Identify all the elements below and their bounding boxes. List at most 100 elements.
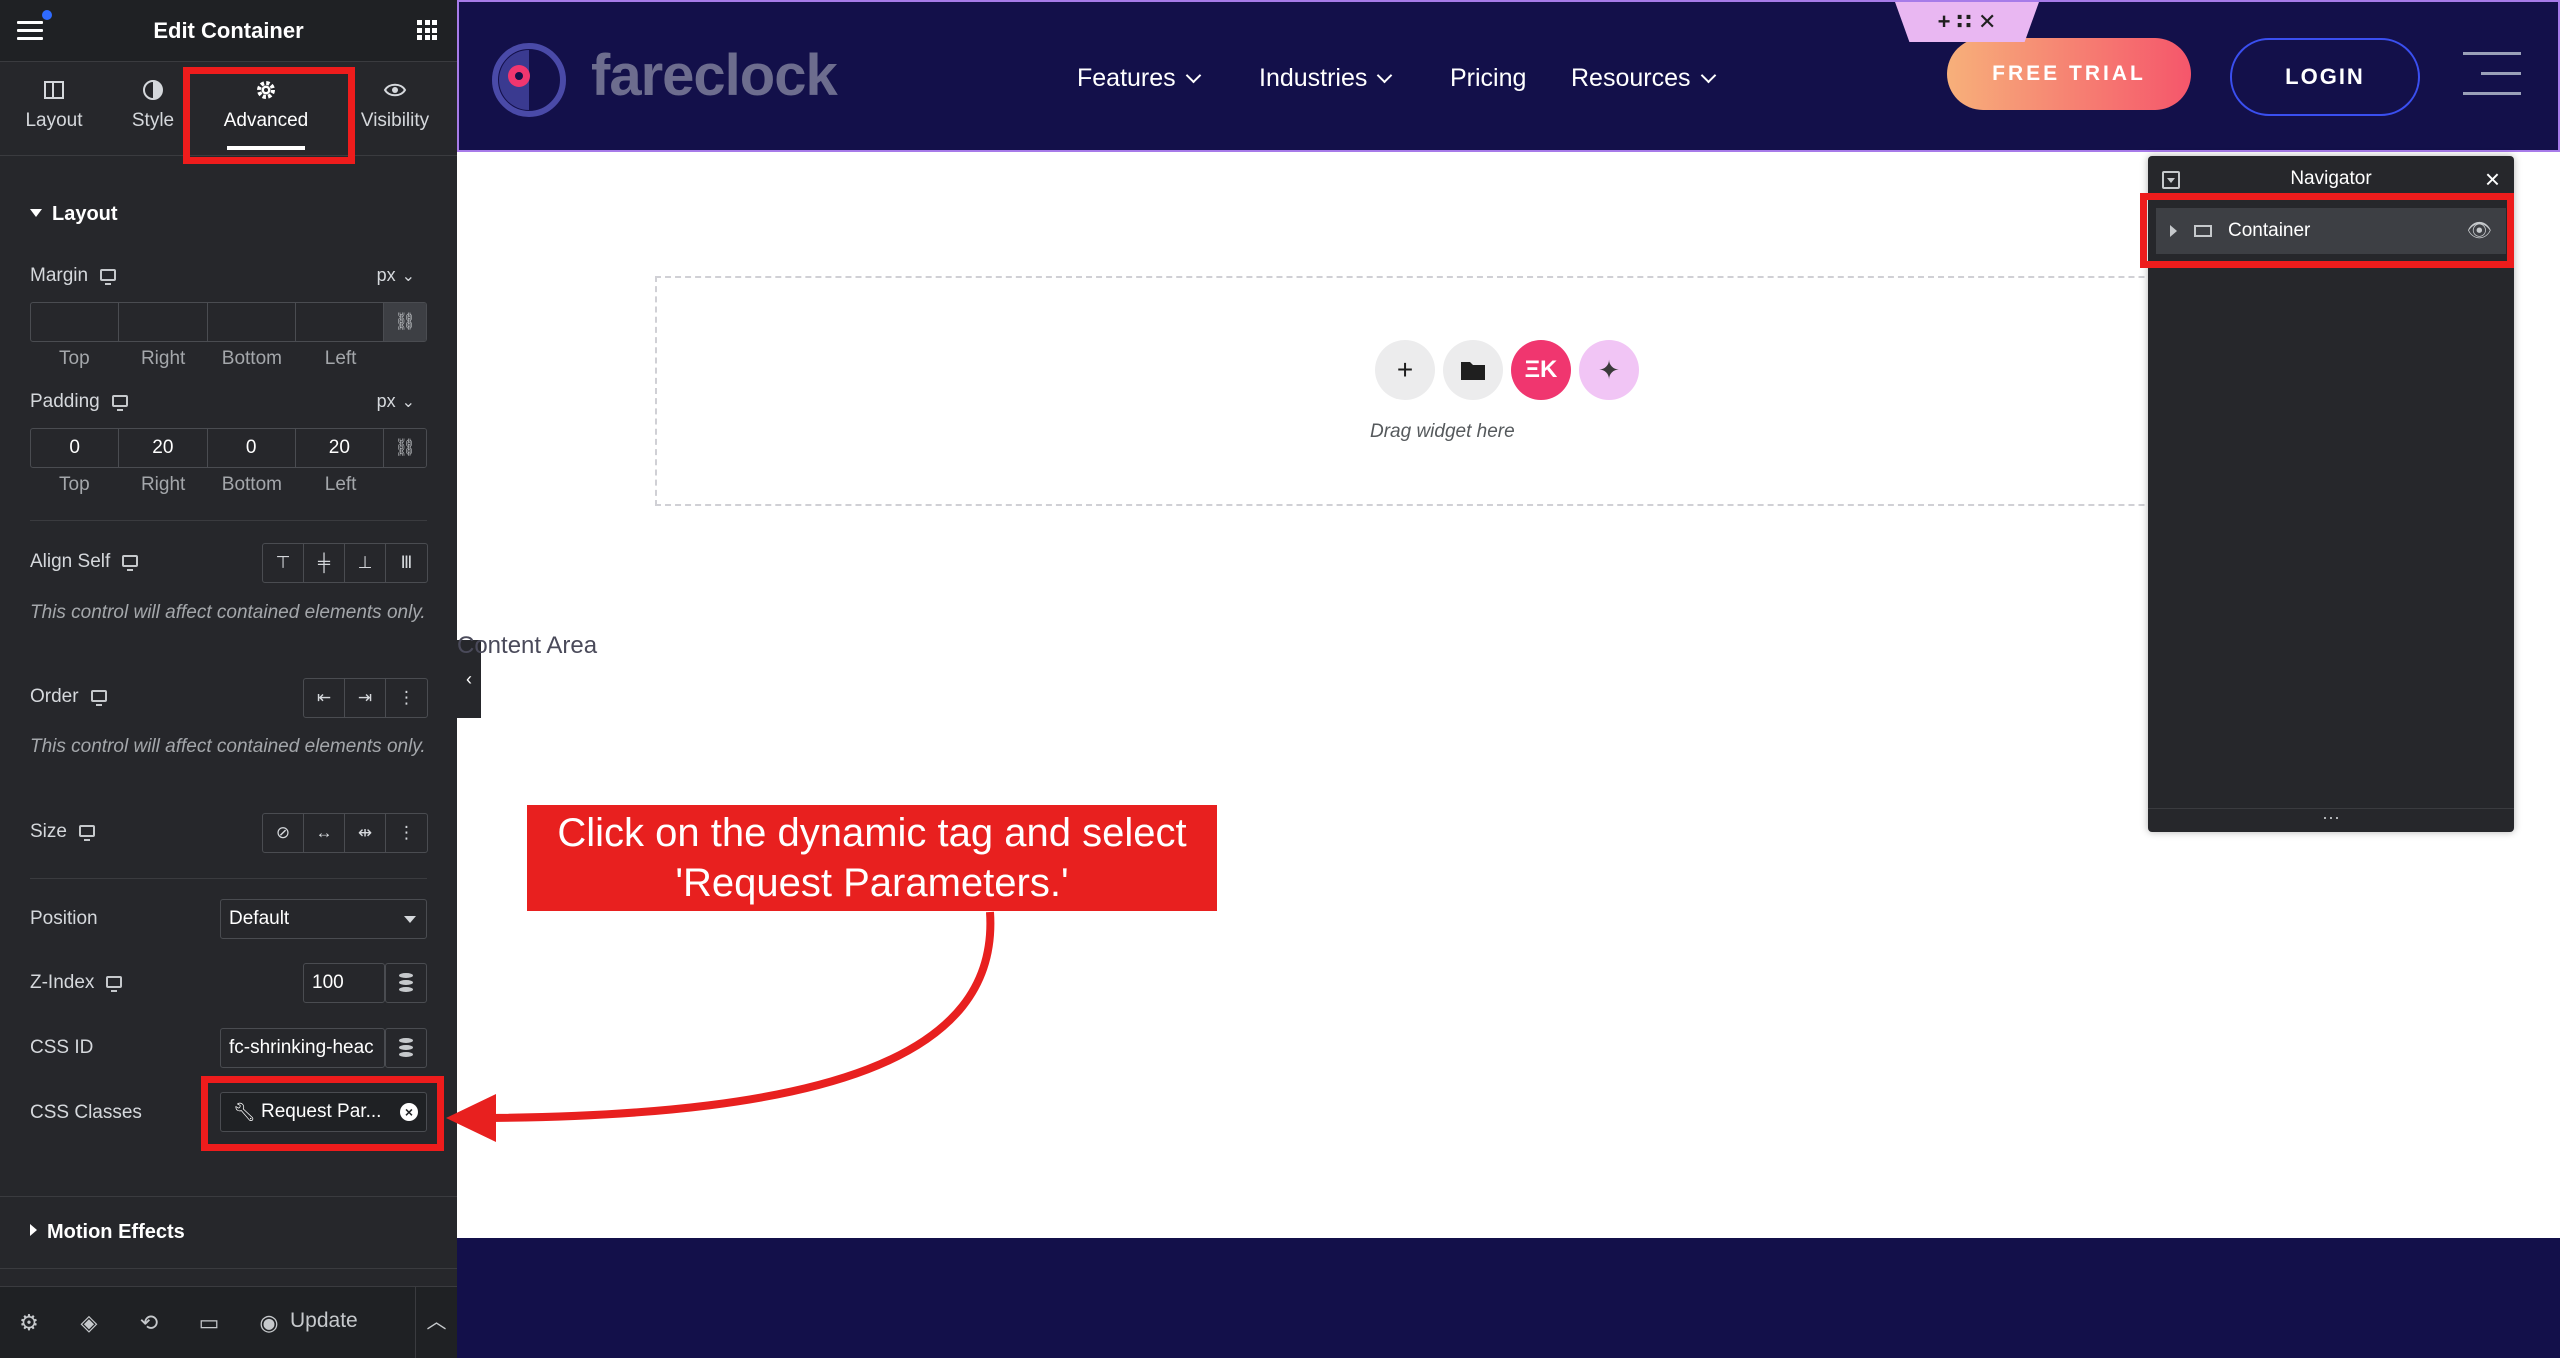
layout-section-heading[interactable]: Layout [30, 203, 118, 226]
padding-label: Padding [30, 391, 128, 413]
history-icon[interactable]: ⟲ [137, 1311, 161, 1335]
css-id-label: CSS ID [30, 1037, 94, 1058]
content-area-text: Content Area [457, 632, 598, 659]
order-label: Order [30, 686, 107, 708]
zindex-label-text: Z-Index [30, 972, 95, 993]
desktop-icon[interactable] [90, 690, 107, 706]
dynamic-tags-button[interactable] [385, 963, 427, 1003]
padding-label-text: Padding [30, 391, 100, 412]
nav-industries[interactable]: Industries [1259, 64, 1393, 93]
align-self-label-text: Align Self [30, 551, 111, 572]
order-end-icon[interactable]: ⇥ [345, 679, 386, 717]
size-label-text: Size [30, 821, 67, 842]
chevron-up-icon[interactable]: ︿ [415, 1287, 457, 1358]
widgets-grid-icon[interactable] [417, 20, 437, 40]
nav-features-label: Features [1077, 64, 1176, 92]
position-select[interactable]: Default [220, 899, 427, 939]
size-shrink-icon[interactable]: ⇹ [345, 814, 386, 852]
position-label: Position [30, 908, 98, 929]
desktop-icon[interactable] [106, 976, 123, 992]
more-options-icon[interactable]: ⋮ [386, 679, 427, 717]
footer-section[interactable] [457, 1238, 2560, 1358]
order-note: This control will affect contained eleme… [30, 736, 426, 757]
size-grow-icon[interactable]: ↔ [304, 814, 345, 852]
template-folder-icon[interactable] [1443, 340, 1503, 400]
tab-layout[interactable]: Layout [4, 62, 104, 156]
elementskit-icon[interactable]: ΞK [1511, 340, 1571, 400]
order-start-icon[interactable]: ⇤ [304, 679, 345, 717]
database-icon [399, 973, 413, 993]
align-self-buttons: ⊤ ╪ ⊥ Ⅲ [262, 543, 428, 583]
margin-bottom-input[interactable] [208, 303, 296, 341]
padding-right-input[interactable]: 20 [119, 429, 208, 467]
side-label-right: Right [140, 474, 186, 495]
padding-top-input[interactable]: 0 [31, 429, 120, 467]
align-self-note: This control will affect contained eleme… [30, 602, 426, 623]
panel-topbar: Edit Container [0, 0, 457, 62]
preview-eye-icon[interactable]: ◉ [257, 1311, 281, 1335]
nav-resources-label: Resources [1571, 64, 1691, 92]
size-none-icon[interactable]: ⊘ [263, 814, 304, 852]
margin-unit-select[interactable]: px [377, 265, 415, 286]
margin-left-input[interactable] [296, 303, 384, 341]
motion-effects-heading[interactable]: Motion Effects [30, 1221, 185, 1244]
layers-icon[interactable]: ◈ [77, 1311, 101, 1335]
desktop-icon[interactable] [100, 269, 117, 285]
free-trial-button[interactable]: FREE TRIAL [1947, 38, 2191, 110]
dynamic-tags-button[interactable] [385, 1028, 427, 1068]
divider [0, 1196, 457, 1197]
align-start-icon[interactable]: ⊤ [263, 544, 304, 582]
side-label-right: Right [140, 348, 186, 369]
padding-unit-select[interactable]: px [377, 391, 415, 412]
desktop-icon[interactable] [111, 395, 128, 411]
align-center-icon[interactable]: ╪ [304, 544, 345, 582]
margin-top-input[interactable] [31, 303, 120, 341]
divider [30, 878, 427, 879]
site-menu-icon[interactable] [2463, 52, 2521, 98]
site-header[interactable]: fareclock Features Industries Pricing Re… [457, 0, 2560, 152]
side-label-bottom: Bottom [221, 474, 282, 495]
align-self-label: Align Self [30, 551, 139, 573]
editor-panel: Edit Container Layout Style Advanced Vis… [0, 0, 457, 1358]
align-end-icon[interactable]: ⊥ [345, 544, 386, 582]
nav-features[interactable]: Features [1077, 64, 1201, 93]
more-options-icon[interactable]: ⋮ [386, 814, 427, 852]
margin-inputs: ⛓ [30, 302, 427, 342]
size-label: Size [30, 821, 95, 843]
responsive-icon[interactable]: ▭ [197, 1311, 221, 1335]
css-id-input[interactable]: fc-shrinking-heac [220, 1028, 385, 1068]
margin-label-text: Margin [30, 265, 89, 286]
database-icon [399, 1038, 413, 1058]
padding-left-input[interactable]: 20 [296, 429, 384, 467]
logo-text: fareclock [591, 43, 838, 108]
padding-side-labels: Top Right Bottom Left [30, 474, 385, 496]
margin-label: Margin [30, 265, 117, 287]
panel-footer: ⚙ ◈ ⟲ ▭ ◉ Update ︿ [0, 1286, 457, 1358]
link-values-icon[interactable]: ⛓ [384, 303, 426, 341]
order-label-text: Order [30, 686, 79, 707]
nav-resources[interactable]: Resources [1571, 64, 1716, 93]
close-icon[interactable]: × [2485, 164, 2500, 195]
empty-container-dropzone[interactable] [655, 276, 2355, 506]
fareclock-logo-icon [492, 43, 566, 117]
settings-icon[interactable]: ⚙ [17, 1311, 41, 1335]
align-stretch-icon[interactable]: Ⅲ [386, 544, 427, 582]
side-label-left: Left [324, 348, 357, 369]
padding-bottom-input[interactable]: 0 [208, 429, 296, 467]
container-handle[interactable]: + ∷ ✕ [1895, 2, 2039, 42]
add-element-icon[interactable]: + [1375, 340, 1435, 400]
highlight-css-classes [201, 1076, 444, 1151]
ai-sparkle-icon[interactable]: ✦ [1579, 340, 1639, 400]
update-button[interactable]: Update [290, 1309, 358, 1333]
margin-right-input[interactable] [119, 303, 208, 341]
highlight-navigator-container [2140, 193, 2514, 268]
tab-visibility[interactable]: Visibility [345, 62, 445, 156]
desktop-icon[interactable] [78, 825, 95, 841]
link-values-icon[interactable]: ⛓ [384, 429, 426, 467]
zindex-input[interactable]: 100 [303, 963, 385, 1003]
desktop-icon[interactable] [122, 555, 139, 571]
css-classes-label: CSS Classes [30, 1102, 142, 1123]
nav-pricing[interactable]: Pricing [1450, 64, 1526, 93]
login-button[interactable]: LOGIN [2230, 38, 2420, 116]
resize-handle[interactable]: ··· [2148, 808, 2514, 832]
